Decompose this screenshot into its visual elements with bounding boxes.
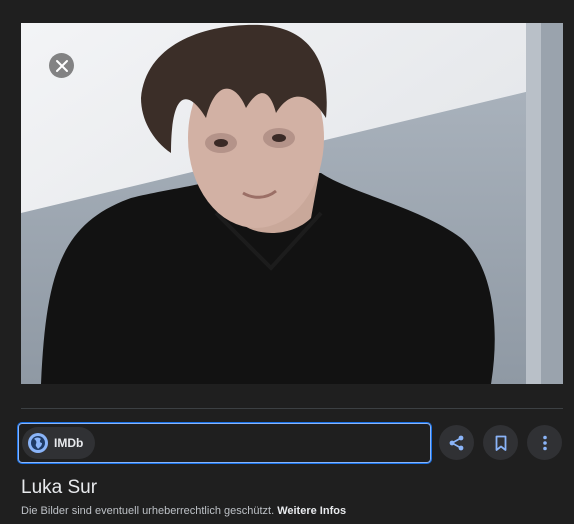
source-chip[interactable]: IMDb	[22, 427, 96, 459]
share-icon	[449, 435, 463, 450]
close-icon	[55, 59, 68, 72]
result-title: Luka Sur	[21, 477, 98, 498]
image-preview[interactable]	[21, 23, 563, 384]
more-vert-icon	[542, 435, 547, 450]
share-button[interactable]	[439, 425, 474, 460]
source-field[interactable]: IMDb	[18, 423, 431, 463]
close-button[interactable]	[49, 53, 74, 78]
more-options-button[interactable]	[527, 425, 562, 460]
more-info-link[interactable]: Weitere Infos	[277, 505, 346, 517]
source-label: IMDb	[54, 436, 84, 450]
copyright-text: Die Bilder sind eventuell urheberrechtli…	[21, 505, 275, 517]
copyright-notice: Die Bilder sind eventuell urheberrechtli…	[21, 505, 346, 517]
preview-image	[21, 23, 563, 384]
globe-icon	[28, 433, 48, 453]
divider	[21, 408, 563, 409]
bookmark-icon	[495, 435, 506, 451]
save-button[interactable]	[483, 425, 518, 460]
